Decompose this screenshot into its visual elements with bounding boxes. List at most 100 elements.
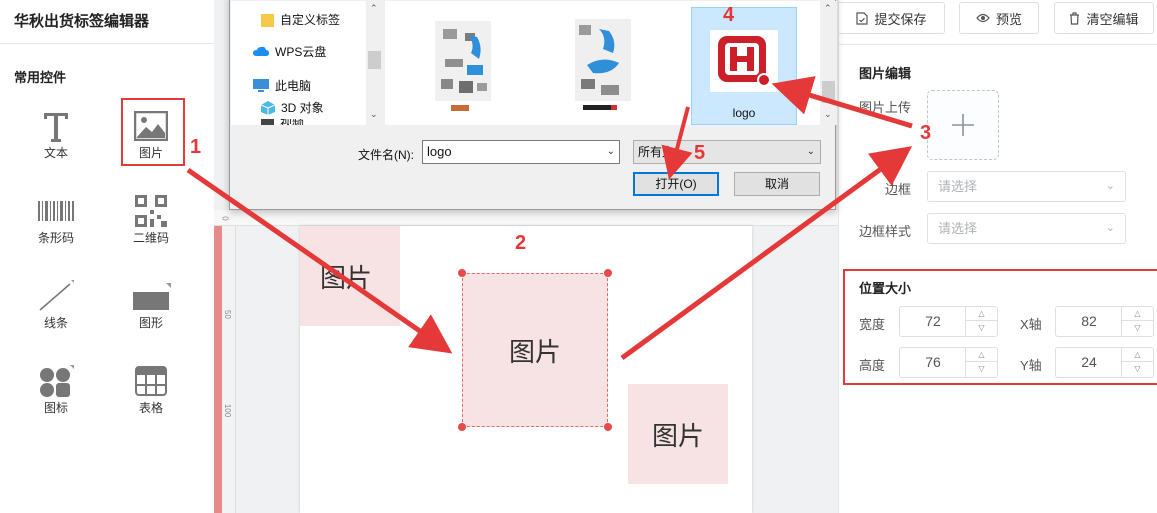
navigation-pane: 自定义标签 WPS云盘 此电脑 3D 对象 视频 bbox=[231, 1, 383, 125]
width-value: 72 bbox=[925, 313, 941, 329]
chevron-down-icon: ⌄ bbox=[1105, 222, 1115, 234]
chevron-down-icon: ⌄ bbox=[1105, 180, 1115, 192]
control-text[interactable]: 文本 bbox=[26, 100, 86, 170]
filename-value: logo bbox=[427, 144, 452, 159]
label-paper[interactable]: 图片 图片 图片 bbox=[300, 226, 752, 513]
file-item[interactable] bbox=[415, 7, 521, 125]
scroll-up-icon: ⌃ bbox=[370, 3, 378, 13]
decrement-button[interactable]: ▽ bbox=[966, 362, 997, 376]
y-axis-label: Y轴 bbox=[1020, 358, 1042, 373]
filename-input[interactable]: logo ⌄ bbox=[422, 140, 620, 164]
nav-item-3d-objects[interactable]: 3D 对象 bbox=[261, 99, 324, 116]
control-label: 表格 bbox=[138, 401, 163, 415]
file-item-label: logo bbox=[732, 106, 756, 120]
computer-icon bbox=[253, 79, 269, 92]
file-list-scrollbar[interactable]: ⌃ ⌄ bbox=[820, 1, 837, 125]
image-file-icon bbox=[435, 21, 491, 111]
stepper: △ ▽ bbox=[1121, 348, 1153, 377]
control-label: 图标 bbox=[43, 401, 68, 415]
decrement-button[interactable]: ▽ bbox=[1122, 362, 1153, 376]
ruler-mark: 100 bbox=[223, 403, 233, 418]
x-axis-input[interactable]: 82 △ ▽ bbox=[1055, 306, 1154, 337]
clear-edit-label: 清空编辑 bbox=[1086, 11, 1139, 27]
divider bbox=[0, 43, 214, 44]
height-label: 高度 bbox=[859, 358, 886, 373]
y-axis-input[interactable]: 24 △ ▽ bbox=[1055, 347, 1154, 378]
control-qrcode[interactable]: 二维码 bbox=[121, 185, 181, 255]
clear-edit-button[interactable]: 清空编辑 bbox=[1054, 2, 1154, 34]
filetype-value: 所有文 bbox=[638, 145, 675, 159]
control-table[interactable]: 表格 bbox=[121, 355, 181, 425]
file-item[interactable] bbox=[553, 7, 659, 125]
chevron-down-icon[interactable]: ⌄ bbox=[607, 141, 615, 163]
left-panel: 华秋出货标签编辑器 常用控件 文本 图片 条形码 二维码 线条 图形 图标 表格 bbox=[0, 0, 214, 513]
canvas-image-element[interactable]: 图片 bbox=[300, 226, 400, 326]
submit-save-button[interactable]: 提交保存 bbox=[839, 2, 945, 34]
increment-button[interactable]: △ bbox=[966, 348, 997, 362]
icons-icon bbox=[26, 363, 86, 399]
increment-button[interactable]: △ bbox=[1122, 348, 1153, 362]
width-input[interactable]: 72 △ ▽ bbox=[899, 306, 998, 337]
cloud-icon bbox=[253, 46, 269, 56]
save-doc-icon bbox=[856, 11, 869, 25]
ruler-horizontal bbox=[214, 210, 838, 226]
step-number-1: 1 bbox=[190, 136, 202, 158]
nav-scrollbar[interactable]: ⌃ ⌄ bbox=[366, 1, 383, 125]
resize-handle[interactable] bbox=[458, 269, 466, 277]
border-style-label: 边框样式 bbox=[859, 224, 912, 239]
control-shape[interactable]: 图形 bbox=[121, 270, 181, 340]
control-icons[interactable]: 图标 bbox=[26, 355, 86, 425]
divider bbox=[839, 44, 1157, 45]
height-value: 76 bbox=[925, 354, 941, 370]
ruler-vertical: 0 50 100 bbox=[221, 216, 236, 513]
nav-item-wps-cloud[interactable]: WPS云盘 bbox=[253, 43, 326, 60]
line-icon bbox=[26, 278, 86, 314]
scroll-thumb[interactable] bbox=[822, 81, 835, 103]
decrement-button[interactable]: ▽ bbox=[966, 321, 997, 335]
cancel-button[interactable]: 取消 bbox=[734, 172, 820, 196]
control-label: 二维码 bbox=[132, 231, 169, 245]
control-line[interactable]: 线条 bbox=[26, 270, 86, 340]
decrement-button[interactable]: ▽ bbox=[1122, 321, 1153, 335]
open-button[interactable]: 打开(O) bbox=[633, 172, 719, 196]
border-select[interactable]: 请选择 ⌄ bbox=[927, 171, 1126, 202]
scroll-thumb[interactable] bbox=[368, 51, 381, 69]
image-edit-title: 图片编辑 bbox=[859, 66, 912, 81]
image-upload-button[interactable] bbox=[927, 90, 999, 160]
submit-save-label: 提交保存 bbox=[874, 11, 927, 27]
file-item-logo-selected[interactable]: logo bbox=[691, 7, 797, 125]
plus-icon bbox=[952, 114, 974, 136]
nav-item-video[interactable]: 视频 bbox=[261, 119, 304, 125]
control-label: 线条 bbox=[43, 316, 68, 330]
filetype-select[interactable]: 所有文 ⌄ bbox=[633, 140, 821, 164]
increment-button[interactable]: △ bbox=[966, 307, 997, 321]
increment-button[interactable]: △ bbox=[1122, 307, 1153, 321]
folder-icon bbox=[261, 13, 274, 27]
step-number-4: 4 bbox=[723, 4, 735, 26]
file-list-pane: logo bbox=[385, 1, 836, 125]
resize-handle[interactable] bbox=[604, 423, 612, 431]
border-style-placeholder: 请选择 bbox=[938, 221, 978, 236]
ruler-mark: 0 bbox=[220, 216, 230, 221]
control-label: 图形 bbox=[138, 316, 163, 330]
step-number-5: 5 bbox=[694, 142, 706, 164]
eye-icon bbox=[976, 13, 990, 23]
canvas-image-selected[interactable]: 图片 bbox=[462, 273, 608, 427]
shape-icon bbox=[121, 278, 181, 314]
ruler-vertical-indicator bbox=[214, 226, 222, 513]
image-element-label: 图片 bbox=[320, 263, 373, 293]
resize-handle[interactable] bbox=[604, 269, 612, 277]
text-icon bbox=[26, 108, 86, 144]
border-style-select[interactable]: 请选择 ⌄ bbox=[927, 213, 1126, 244]
nav-item-this-pc[interactable]: 此电脑 bbox=[253, 77, 311, 94]
control-barcode[interactable]: 条形码 bbox=[26, 185, 86, 255]
highlight-box bbox=[121, 98, 185, 166]
nav-item-custom-labels[interactable]: 自定义标签 bbox=[261, 11, 340, 28]
scroll-down-icon: ⌄ bbox=[370, 109, 378, 119]
filename-label: 文件名(N): bbox=[358, 148, 414, 162]
canvas-image-element[interactable]: 图片 bbox=[628, 384, 728, 484]
resize-handle[interactable] bbox=[458, 423, 466, 431]
height-input[interactable]: 76 △ ▽ bbox=[899, 347, 998, 378]
preview-button[interactable]: 预览 bbox=[959, 2, 1039, 34]
app-window: 华秋出货标签编辑器 常用控件 文本 图片 条形码 二维码 线条 图形 图标 表格… bbox=[0, 0, 1157, 513]
